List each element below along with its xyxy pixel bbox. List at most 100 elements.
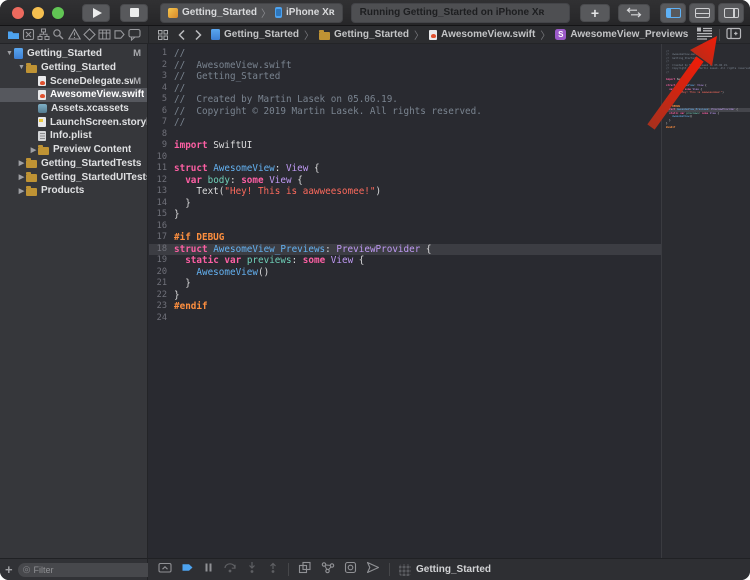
editor-options-button[interactable] xyxy=(696,26,713,43)
navigator-tab-tests[interactable] xyxy=(83,28,96,41)
device-phone-icon xyxy=(275,7,282,18)
toggle-inspector-panel[interactable] xyxy=(718,3,744,23)
scheme-project-name: Getting_Started xyxy=(182,7,257,18)
breadcrumb-item-project[interactable]: Getting_Started xyxy=(211,29,299,40)
tree-item-label: Info.plist xyxy=(50,130,92,141)
line-number: 23 xyxy=(149,301,167,313)
line-number: 11 xyxy=(149,163,167,175)
navigator-tab-source-control[interactable] xyxy=(22,28,35,41)
tree-item-preview-content[interactable]: ▶ Preview Content xyxy=(0,143,147,157)
activity-status-display: Running Getting_Started on iPhone Xʀ xyxy=(351,3,570,23)
tree-item-scenedelegate-swift[interactable]: SceneDelegate.swiftM xyxy=(0,74,147,88)
source-editor[interactable]: 1//2// AwesomeView.swift3// Getting_Star… xyxy=(149,44,662,558)
back-button[interactable] xyxy=(177,29,186,41)
environment-overrides-button[interactable] xyxy=(344,561,357,579)
symbol-icon: S xyxy=(555,29,566,40)
close-window-button[interactable] xyxy=(12,7,24,19)
toggle-navigator-panel[interactable] xyxy=(660,3,686,23)
tree-item-info-plist[interactable]: Info.plist xyxy=(0,129,147,143)
line-number: 18 xyxy=(149,244,167,256)
swift-icon xyxy=(38,76,46,86)
tree-item-launchscreen-storyboard[interactable]: LaunchScreen.storyboard xyxy=(0,115,147,129)
disclosure-open-icon[interactable]: ▼ xyxy=(17,64,26,71)
navigator-tab-debug[interactable] xyxy=(98,28,111,41)
scheme-selector[interactable]: Getting_Started 〉 iPhone Xʀ xyxy=(160,3,343,23)
navigator-tab-project[interactable] xyxy=(7,28,20,41)
folder-icon xyxy=(26,188,37,196)
plus-icon: + xyxy=(591,5,599,21)
minimize-window-button[interactable] xyxy=(32,7,44,19)
tree-item-label: Preview Content xyxy=(53,144,131,155)
title-bar: Getting_Started 〉 iPhone Xʀ Running Gett… xyxy=(0,0,750,26)
jumpbar-divider xyxy=(719,29,720,41)
code-line-4: 4// xyxy=(149,83,662,95)
line-number: 6 xyxy=(149,106,167,118)
code-line-6: 6// Copyright © 2019 Martin Lasek. All r… xyxy=(149,106,662,118)
line-number: 12 xyxy=(149,175,167,187)
tree-item-assets-xcassets[interactable]: Assets.xcassets xyxy=(0,102,147,116)
editor-minimap[interactable]: //// AwesomeView.swift// Getting_Started… xyxy=(661,44,750,558)
navigator-tab-find[interactable] xyxy=(52,28,65,41)
navigator-tab-issues[interactable] xyxy=(68,28,81,41)
simulate-location-button[interactable] xyxy=(366,561,380,579)
filter-input[interactable] xyxy=(33,565,150,575)
disclosure-closed-icon[interactable]: ▶ xyxy=(17,173,26,181)
add-editor-button[interactable] xyxy=(726,27,742,43)
breadcrumb-item-swift[interactable]: AwesomeView.swift xyxy=(429,29,535,40)
project-navigator: ▼Getting_StartedM▼Getting_StartedSceneDe… xyxy=(0,44,148,558)
breadcrumb-item-folder[interactable]: Getting_Started xyxy=(319,29,409,40)
tree-item-getting-started[interactable]: ▼Getting_Started xyxy=(0,61,147,75)
forward-button[interactable] xyxy=(194,29,203,41)
tree-item-getting-starteduitests[interactable]: ▶ Getting_StartedUITests xyxy=(0,170,147,184)
breadcrumb-label: Getting_Started xyxy=(334,29,409,40)
tree-item-products[interactable]: ▶Products xyxy=(0,184,147,198)
tree-item-label: LaunchScreen.storyboard xyxy=(50,117,147,128)
code-line-5: 5// Created by Martin Lasek on 05.06.19. xyxy=(149,94,662,106)
step-over-button xyxy=(223,561,237,579)
swift-icon xyxy=(429,30,437,40)
source-control-status-badge: M xyxy=(133,48,147,59)
zoom-window-button[interactable] xyxy=(52,7,64,19)
running-app-indicator[interactable]: Getting_Started xyxy=(399,564,491,576)
pause-button[interactable] xyxy=(203,561,214,579)
code-line-20: 20 AwesomeView() xyxy=(149,267,662,279)
library-button[interactable]: + xyxy=(580,4,610,22)
tree-item-awesomeview-swift[interactable]: AwesomeView.swift xyxy=(0,88,147,102)
code-review-button[interactable] xyxy=(618,4,650,22)
view-hierarchy-button[interactable] xyxy=(298,561,312,579)
disclosure-closed-icon[interactable]: ▶ xyxy=(17,187,26,195)
navigator-filter-bar: + ◎ ◷ ⊠ xyxy=(0,558,148,580)
run-button[interactable] xyxy=(82,4,110,22)
breakpoints-toggle-button[interactable] xyxy=(181,561,194,579)
minimap-line xyxy=(662,129,750,132)
navigator-tab-reports[interactable] xyxy=(128,28,141,41)
navigator-tab-breakpoints[interactable] xyxy=(113,28,126,41)
line-number: 7 xyxy=(149,117,167,129)
hide-debug-area-button[interactable] xyxy=(158,561,172,579)
line-number: 16 xyxy=(149,221,167,233)
tree-item-label: SceneDelegate.swift xyxy=(50,76,133,87)
project-icon xyxy=(14,48,23,59)
tree-item-getting-startedtests[interactable]: ▶Getting_StartedTests xyxy=(0,157,147,171)
folder-icon xyxy=(26,160,37,168)
related-items-icon[interactable] xyxy=(157,29,169,41)
line-number: 5 xyxy=(149,94,167,106)
breadcrumb-label: AwesomeView.swift xyxy=(441,29,535,40)
tree-item-label: Getting_Started xyxy=(27,48,102,59)
line-number: 15 xyxy=(149,209,167,221)
toggle-debug-panel[interactable] xyxy=(689,3,715,23)
swift-icon xyxy=(38,90,46,100)
add-file-button[interactable]: + xyxy=(5,563,13,576)
tree-item-getting-started[interactable]: ▼ Getting_Started M xyxy=(0,47,147,61)
memory-graph-button[interactable] xyxy=(321,561,335,579)
disclosure-closed-icon[interactable]: ▶ xyxy=(17,159,26,167)
tree-item-label: Getting_StartedUITests xyxy=(41,172,147,183)
scheme-device-name: iPhone Xʀ xyxy=(286,7,335,18)
disclosure-open-icon[interactable]: ▼ xyxy=(5,50,14,57)
code-line-11: 11struct AwesomeView: View { xyxy=(149,163,662,175)
step-into-button xyxy=(246,561,258,579)
navigator-tab-symbols[interactable] xyxy=(37,28,50,41)
stop-button[interactable] xyxy=(120,4,148,22)
disclosure-closed-icon[interactable]: ▶ xyxy=(29,146,38,154)
breadcrumb-item-symbol[interactable]: SAwesomeView_Previews xyxy=(555,29,688,40)
